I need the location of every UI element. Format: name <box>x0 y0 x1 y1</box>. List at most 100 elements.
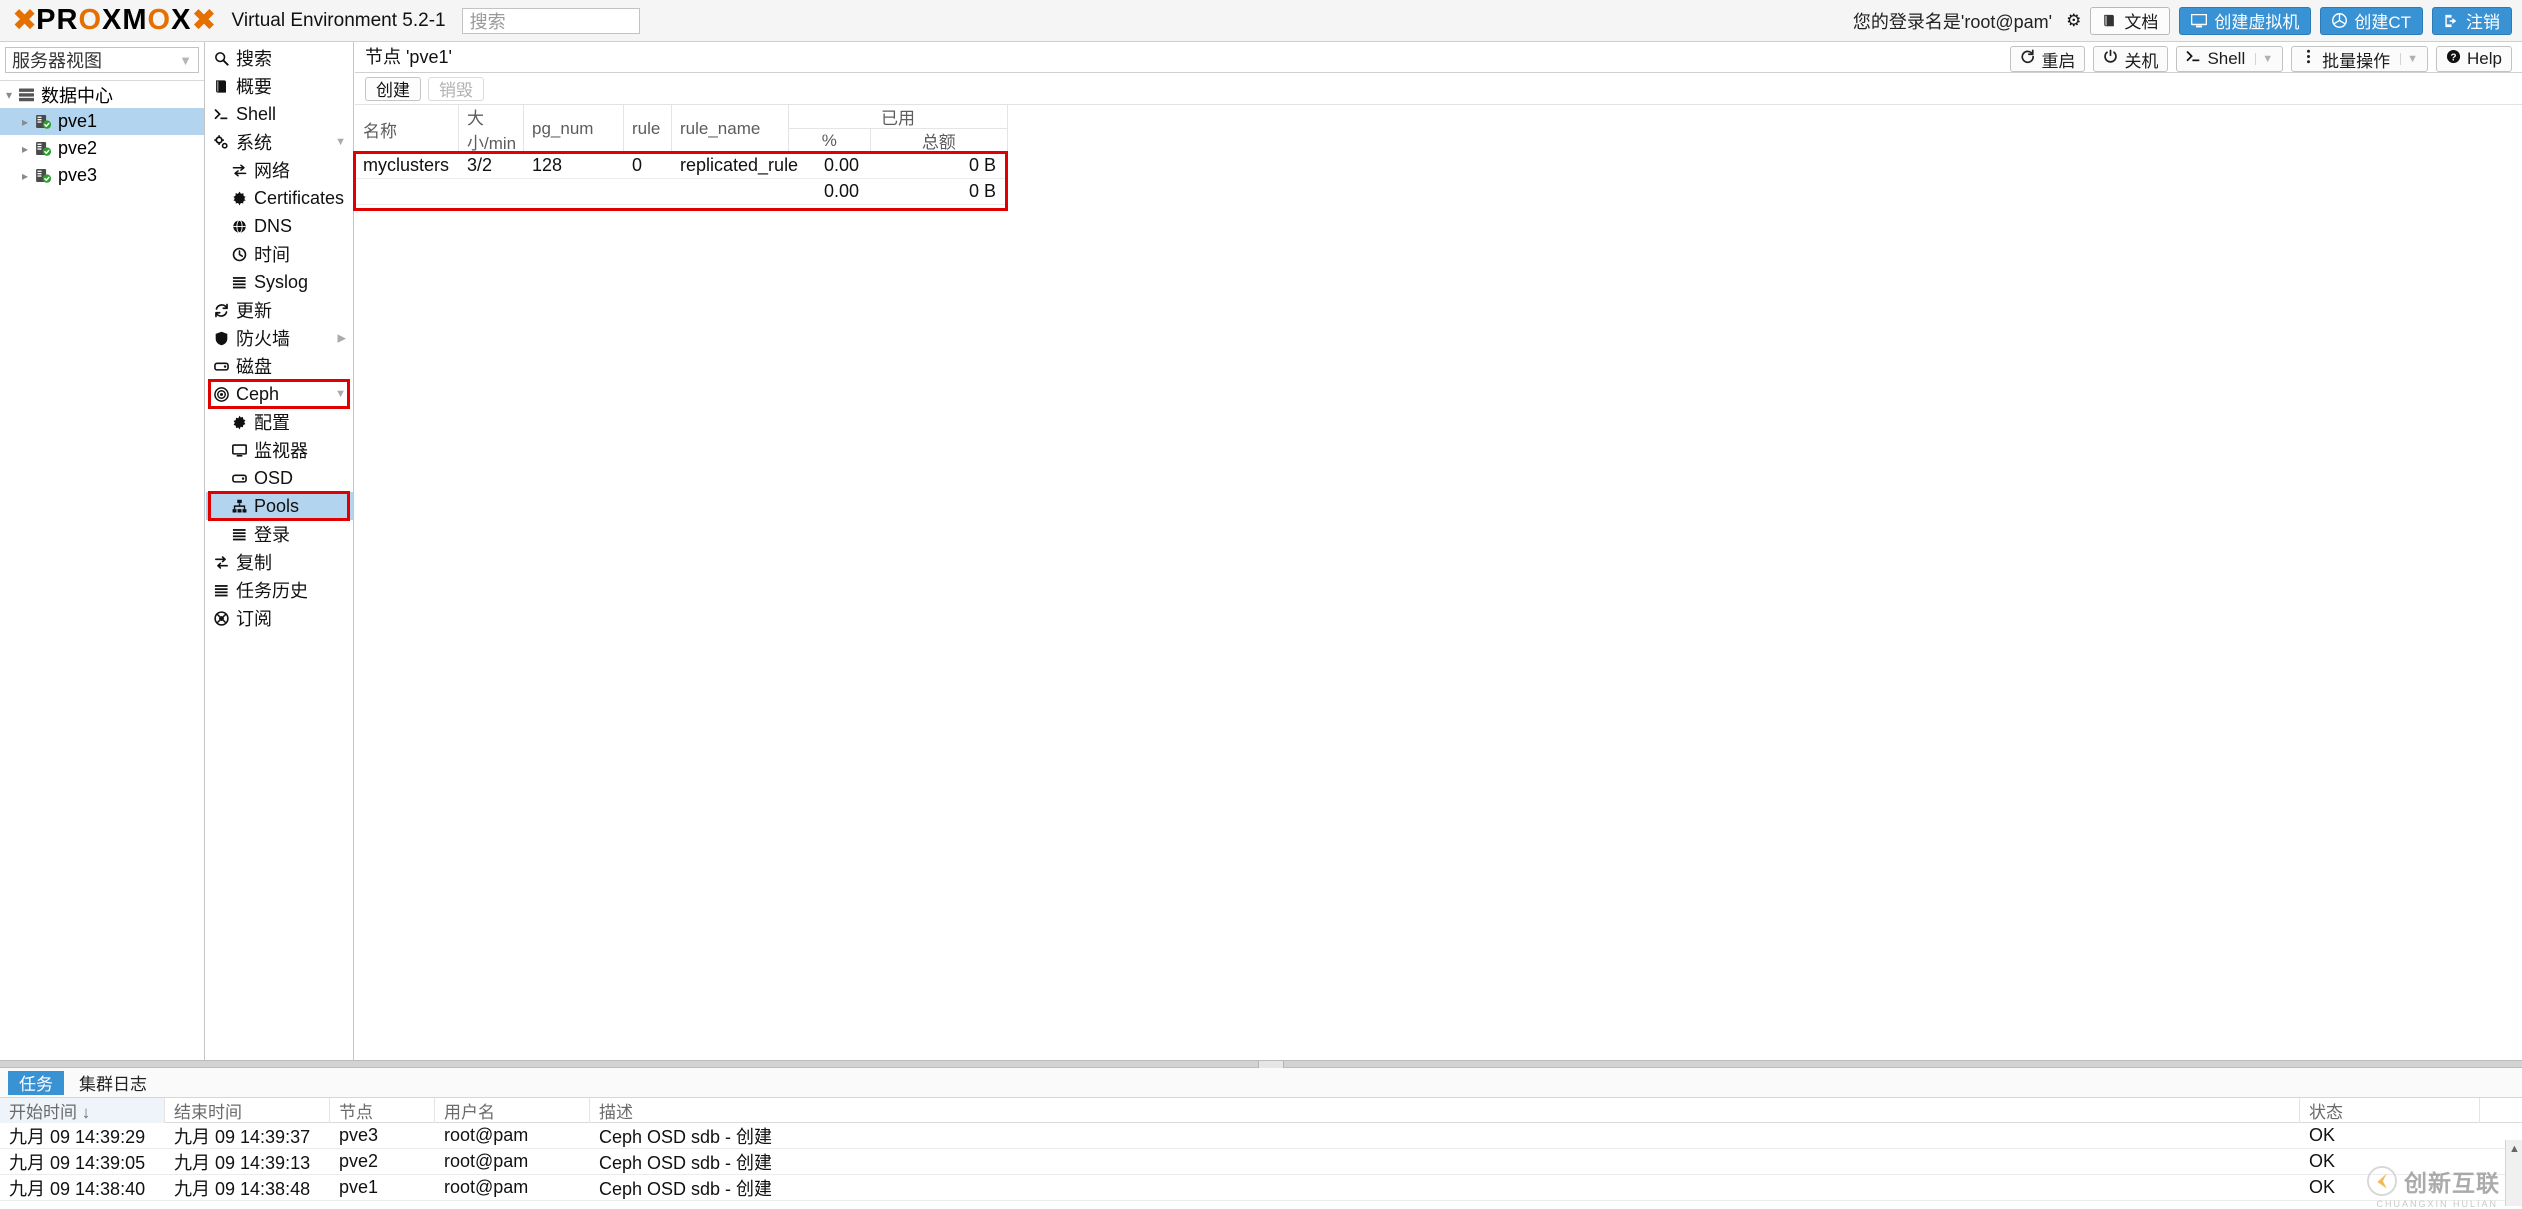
view-selector[interactable]: 服务器视图 ▼ <box>5 47 199 73</box>
chevron-down-icon[interactable]: ▼ <box>2400 53 2418 65</box>
menu-item-搜索[interactable]: 搜索 <box>206 44 353 72</box>
cell-desc: Ceph OSD sdb - 创建 <box>590 1175 2300 1200</box>
menu-item-dns[interactable]: DNS <box>206 212 353 240</box>
refresh-icon <box>214 303 234 318</box>
column-header-end-time[interactable]: 结束时间 <box>165 1098 330 1123</box>
pools-table-body: myclusters3/21280replicated_rule0.000 B0… <box>355 153 1008 205</box>
task-log-row[interactable]: 九月 09 14:39:05九月 09 14:39:13pve2root@pam… <box>0 1149 2522 1175</box>
toolbar-button-help[interactable]: ?Help <box>2436 46 2512 72</box>
column-header-start-time[interactable]: 开始时间 ↓ <box>0 1098 165 1123</box>
tree-item-pve2[interactable]: ▸pve2 <box>0 135 204 162</box>
column-header-rule[interactable]: rule <box>624 105 672 153</box>
menu-item-磁盘[interactable]: 磁盘 <box>206 352 353 380</box>
pool-create-button[interactable]: 创建 <box>365 77 421 101</box>
cell-rule-name <box>672 179 789 204</box>
server-icon <box>35 141 52 157</box>
logout-button[interactable]: 注销 <box>2432 7 2512 35</box>
cell-desc: Ceph OSD sdb - 创建 <box>590 1123 2300 1148</box>
menu-item-概要[interactable]: 概要 <box>206 72 353 100</box>
chevron-right-icon[interactable]: ▶ <box>338 332 346 345</box>
toolbar-button-批量操作[interactable]: 批量操作▼ <box>2291 46 2428 72</box>
column-header-used-pct[interactable]: % <box>789 129 871 152</box>
pools-toolbar: 创建销毁 <box>355 73 2522 105</box>
proxmox-logo[interactable]: ✖ PROXMOX ✖ <box>12 0 216 41</box>
table-row[interactable]: myclusters3/21280replicated_rule0.000 B <box>355 153 1008 179</box>
cell-rule-name: replicated_rule <box>672 153 789 178</box>
panel-splitter[interactable] <box>0 1060 2522 1068</box>
tree-item-pve1[interactable]: ▸pve1 <box>0 108 204 135</box>
task-log-row[interactable]: 九月 09 14:38:40九月 09 14:38:48pve1root@pam… <box>0 1175 2522 1201</box>
menu-item-配置[interactable]: 配置 <box>206 408 353 436</box>
menu-item-syslog[interactable]: Syslog <box>206 268 353 296</box>
menu-item-label: 防火墙 <box>236 325 290 351</box>
menu-item-shell[interactable]: Shell <box>206 100 353 128</box>
menu-item-ceph[interactable]: Ceph▼ <box>206 380 353 408</box>
menu-item-label: 磁盘 <box>236 353 272 379</box>
list-icon <box>214 583 234 598</box>
chevron-right-icon[interactable]: ▸ <box>22 115 35 129</box>
cell-size: 3/2 <box>459 153 524 178</box>
create-ct-button[interactable]: 创建CT <box>2320 7 2423 35</box>
tree-item-datacenter[interactable]: ▾ 数据中心 <box>0 81 204 108</box>
globe-icon <box>232 219 252 234</box>
docs-button[interactable]: 文档 <box>2090 7 2170 35</box>
menu-item-防火墙[interactable]: 防火墙 ▶ <box>206 324 353 352</box>
cell-node: pve2 <box>330 1149 435 1174</box>
menu-item-订阅[interactable]: 订阅 <box>206 604 353 632</box>
column-header-used-total[interactable]: 总额 <box>871 129 1007 152</box>
task-tab-tasks[interactable]: 任务 <box>8 1071 64 1095</box>
chevron-right-icon[interactable]: ▸ <box>22 142 35 156</box>
menu-item-网络[interactable]: 网络 <box>206 156 353 184</box>
menu-item-任务历史[interactable]: 任务历史 <box>206 576 353 604</box>
menu-item-certificates[interactable]: Certificates <box>206 184 353 212</box>
create-vm-button[interactable]: 创建虚拟机 <box>2179 7 2311 35</box>
chevron-down-icon[interactable]: ▼ <box>335 388 346 400</box>
menu-item-更新[interactable]: 更新 <box>206 296 353 324</box>
search-input[interactable]: 搜索 <box>462 8 640 34</box>
gear-icon[interactable]: ⚙ <box>2066 11 2081 31</box>
chevron-right-icon[interactable]: ▸ <box>22 169 35 183</box>
terminal-icon <box>2186 49 2201 69</box>
splitter-handle[interactable] <box>1258 1061 1284 1068</box>
monitor-icon <box>232 443 252 458</box>
task-tab-cluster-log[interactable]: 集群日志 <box>68 1071 158 1095</box>
column-header-rule-name[interactable]: rule_name <box>672 105 789 153</box>
cell-status: OK <box>2300 1149 2480 1174</box>
menu-item-osd[interactable]: OSD <box>206 464 353 492</box>
cell-node: pve1 <box>330 1175 435 1200</box>
toolbar-button-shell[interactable]: Shell▼ <box>2176 46 2283 72</box>
menu-item-系统[interactable]: 系统▼ <box>206 128 353 156</box>
tree-item-pve3[interactable]: ▸pve3 <box>0 162 204 189</box>
toolbar-button-重启[interactable]: 重启 <box>2010 46 2085 72</box>
column-header-pg-num[interactable]: pg_num <box>524 105 624 153</box>
chevron-down-icon[interactable]: ▼ <box>335 136 346 148</box>
toolbar-button-关机[interactable]: 关机 <box>2093 46 2168 72</box>
book-icon <box>214 79 229 94</box>
column-header-size[interactable]: 大小/min <box>459 105 524 153</box>
menu-item-pools[interactable]: Pools <box>206 492 353 520</box>
menu-item-复制[interactable]: 复制 <box>206 548 353 576</box>
menu-item-label: 搜索 <box>236 45 272 71</box>
clock-icon <box>232 247 252 262</box>
replicate-icon <box>214 555 229 570</box>
column-header-desc[interactable]: 描述 <box>590 1098 2300 1123</box>
task-log-row[interactable]: 九月 09 14:39:29九月 09 14:39:37pve3root@pam… <box>0 1123 2522 1149</box>
chevron-up-icon[interactable]: ▲ <box>2506 1140 2522 1157</box>
column-header-node[interactable]: 节点 <box>330 1098 435 1123</box>
chevron-down-icon[interactable]: ▾ <box>6 88 19 102</box>
task-log-scrollbar[interactable]: ▲ <box>2505 1140 2522 1206</box>
pools-table: 名称 大小/min pg_num rule rule_name 已用 % 总额 … <box>355 105 1008 205</box>
clock-icon <box>232 247 247 262</box>
column-header-status[interactable]: 状态 <box>2300 1098 2480 1123</box>
cell-rule <box>624 179 672 204</box>
cell-size <box>459 179 524 204</box>
help-icon: ? <box>2446 49 2461 69</box>
column-header-name[interactable]: 名称 <box>355 105 459 153</box>
menu-item-监视器[interactable]: 监视器 <box>206 436 353 464</box>
column-header-user[interactable]: 用户名 <box>435 1098 590 1123</box>
menu-item-时间[interactable]: 时间 <box>206 240 353 268</box>
list-icon <box>232 527 247 542</box>
chevron-down-icon[interactable]: ▼ <box>2255 53 2273 65</box>
menu-item-登录[interactable]: 登录 <box>206 520 353 548</box>
table-row[interactable]: 0.000 B <box>355 179 1008 205</box>
